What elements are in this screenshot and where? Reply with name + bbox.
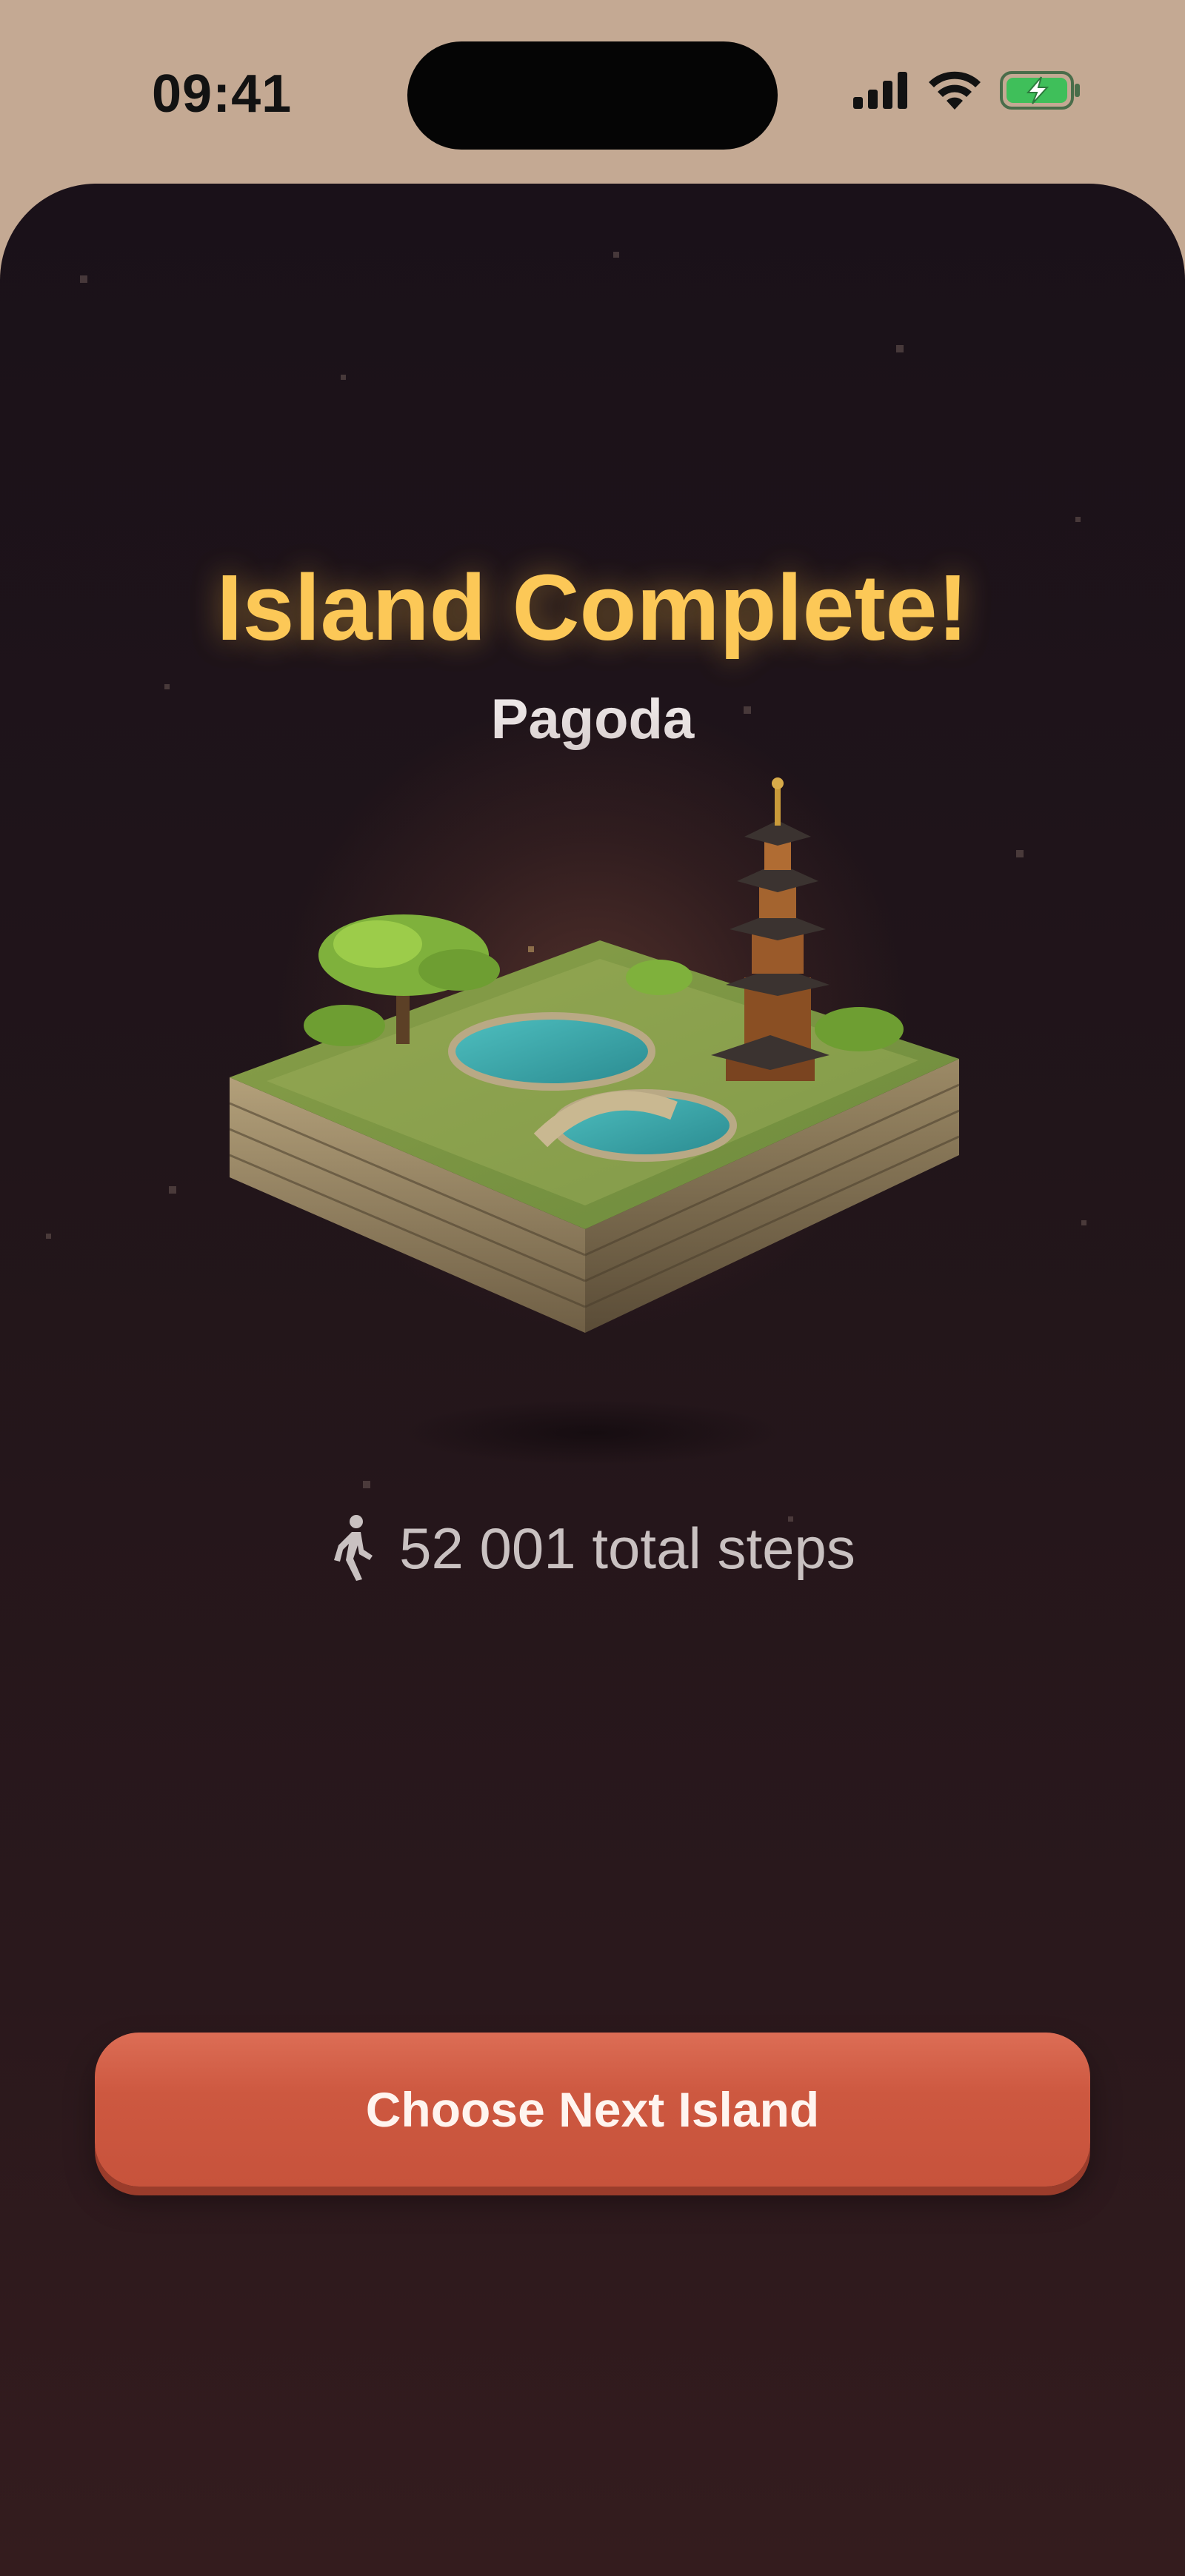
- star-speck: [363, 1481, 370, 1488]
- star-speck: [1081, 1220, 1086, 1225]
- island-shadow: [400, 1399, 785, 1466]
- star-speck: [1016, 850, 1024, 857]
- status-icons: [853, 71, 1081, 110]
- star-speck: [46, 1234, 51, 1239]
- star-speck: [1075, 517, 1081, 522]
- star-speck: [341, 375, 346, 380]
- dynamic-island: [407, 41, 778, 150]
- star-speck: [80, 275, 87, 283]
- choose-next-island-label: Choose Next Island: [365, 2082, 820, 2137]
- star-speck: [613, 252, 619, 258]
- status-bar: 09:41: [0, 0, 1185, 185]
- star-speck: [896, 345, 904, 352]
- cellular-signal-icon: [853, 72, 907, 109]
- steps-summary: 52 001 total steps: [0, 1514, 1185, 1582]
- floating-particle: [528, 946, 534, 952]
- status-time: 09:41: [152, 64, 293, 124]
- pagoda-island-illustration: [229, 777, 960, 1333]
- choose-next-island-button[interactable]: Choose Next Island: [95, 2033, 1090, 2187]
- wifi-icon: [929, 71, 981, 110]
- battery-charging-icon: [1000, 71, 1080, 110]
- completion-screen: Island Complete! Pagoda: [0, 184, 1185, 2576]
- walking-person-icon: [334, 1515, 373, 1581]
- completion-title: Island Complete!: [216, 555, 969, 660]
- total-steps: 52 001 total steps: [399, 1515, 855, 1581]
- star-speck: [169, 1186, 176, 1194]
- pond-upper: [448, 1012, 655, 1091]
